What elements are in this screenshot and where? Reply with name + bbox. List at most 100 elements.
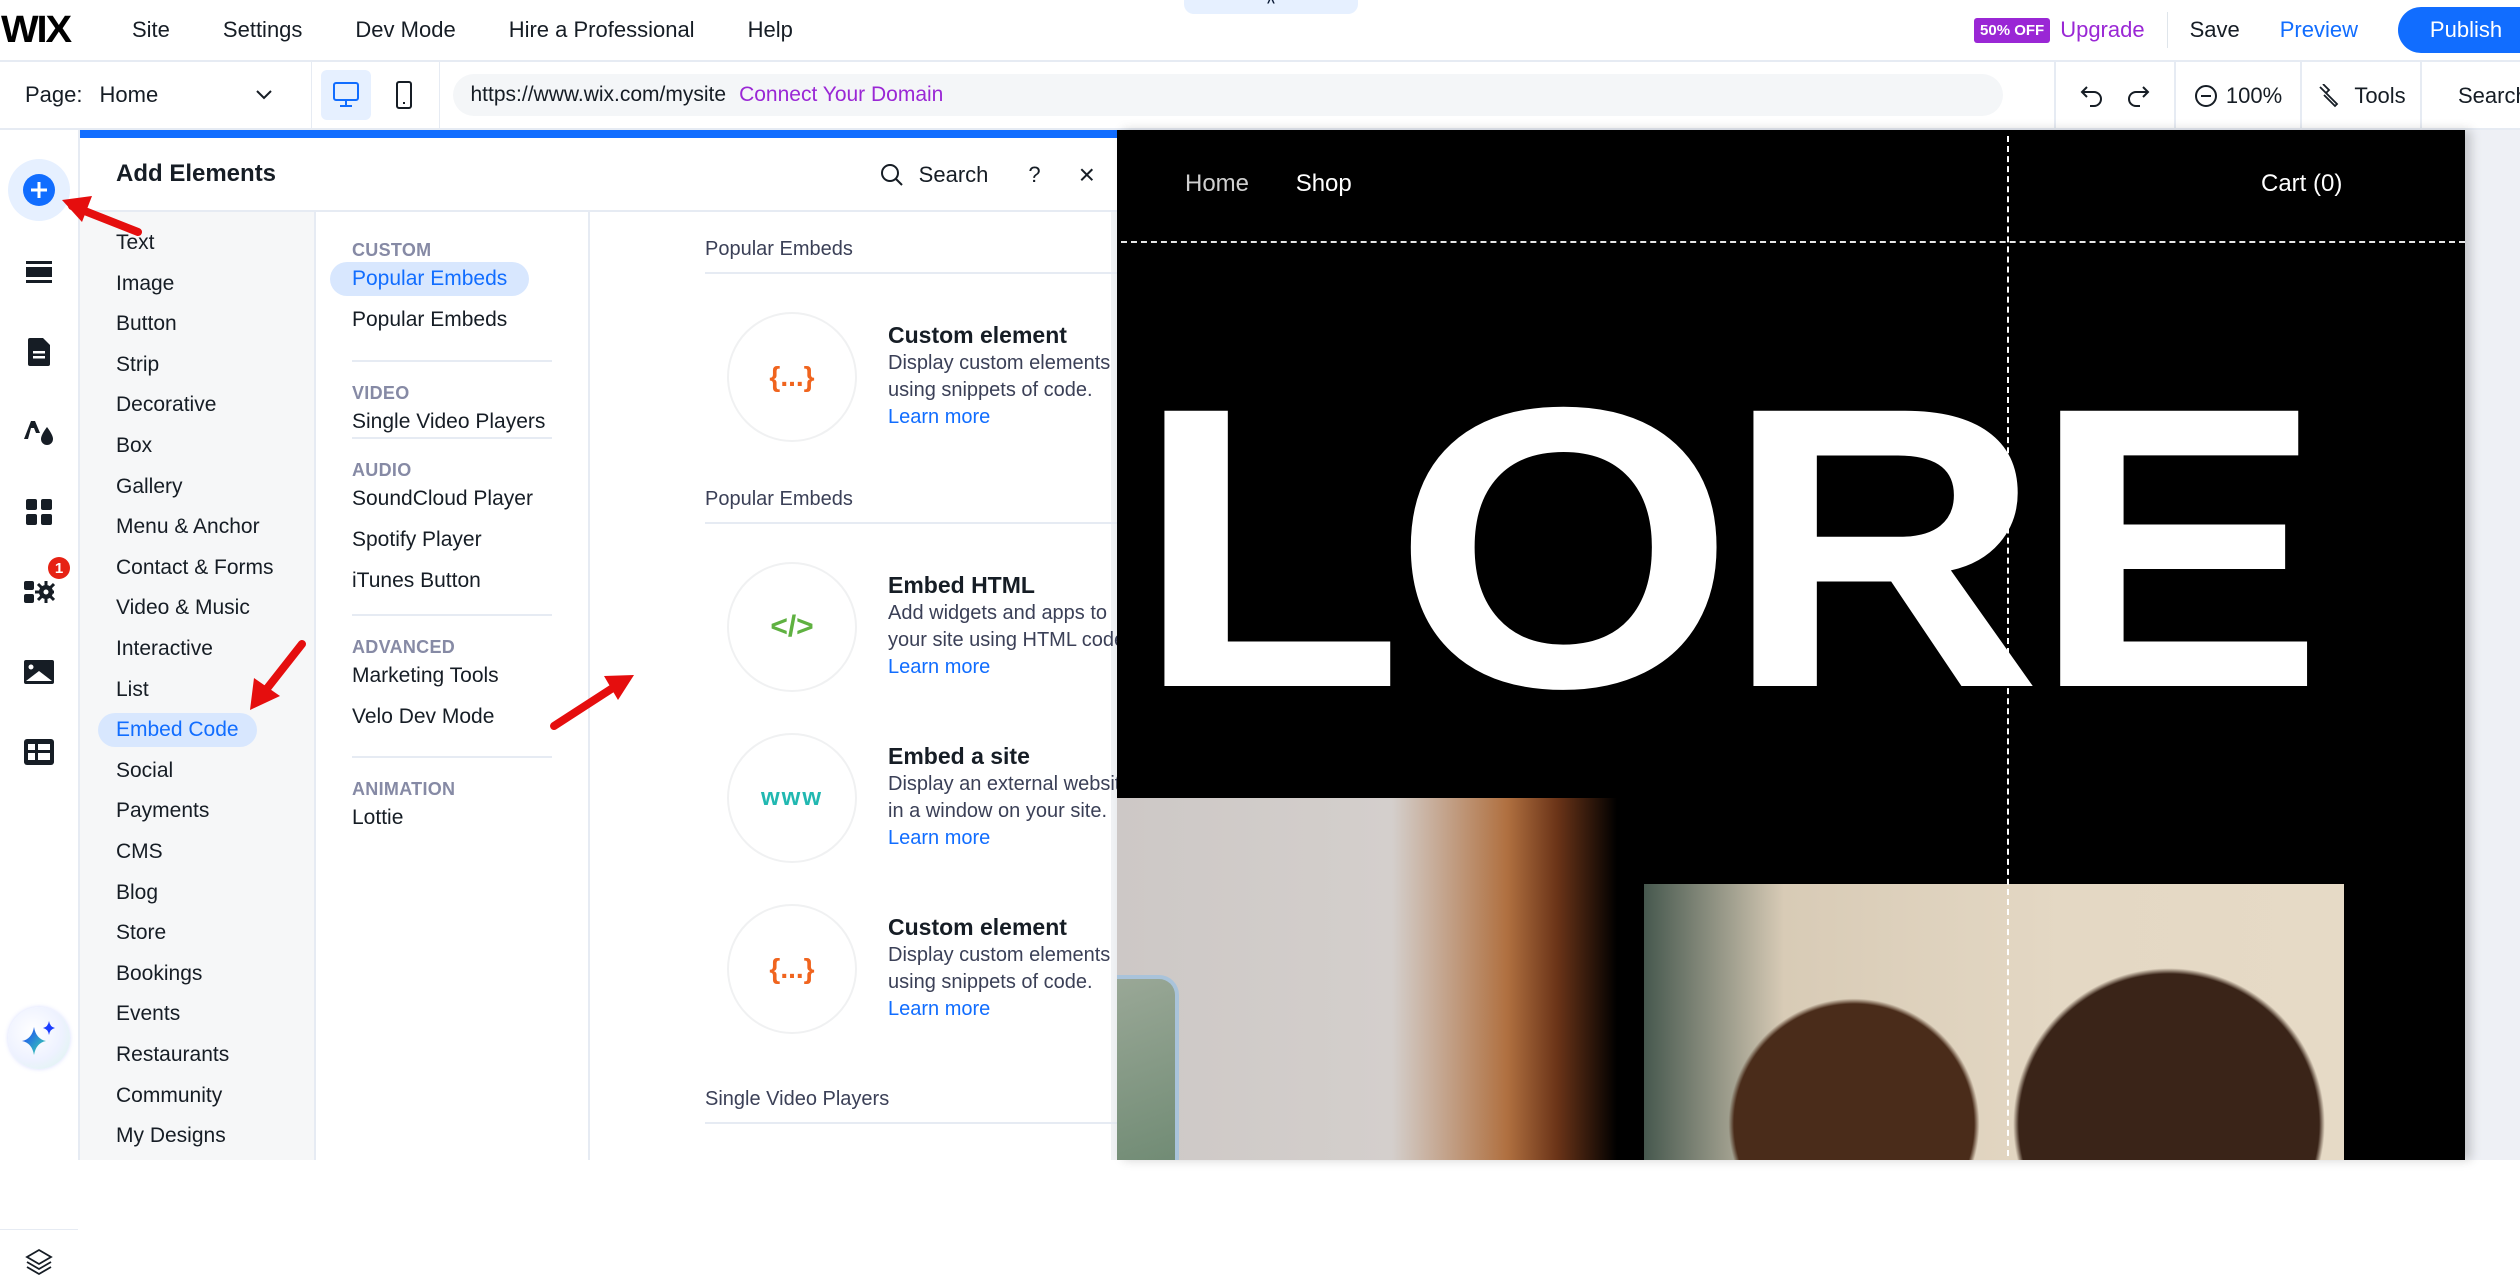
zoom-out-icon[interactable] (2194, 84, 2218, 108)
redo-icon[interactable] (2125, 83, 2151, 109)
subcategory-item-popular-embeds[interactable]: Popular Embeds (330, 262, 530, 296)
close-icon[interactable]: × (1079, 159, 1095, 191)
subcategory-item-itunes[interactable]: iTunes Button (352, 564, 481, 598)
menu-settings[interactable]: Settings (223, 17, 303, 43)
upgrade-link[interactable]: Upgrade (2060, 17, 2144, 43)
save-button[interactable]: Save (2190, 17, 2240, 43)
publish-button[interactable]: Publish (2398, 7, 2520, 53)
divider (705, 1122, 1162, 1124)
collapse-topbar-button[interactable]: ^ (1184, 0, 1358, 14)
connect-domain-link[interactable]: Connect Your Domain (739, 83, 943, 107)
page-label: Page: (25, 82, 83, 107)
panel-actions: Search ? × (879, 138, 1095, 212)
category-item-bookings[interactable]: Bookings (116, 957, 202, 991)
card-description: Add widgets and apps to your site using … (888, 600, 1138, 681)
menu-help[interactable]: Help (748, 17, 793, 43)
category-item-text[interactable]: Text (116, 226, 155, 260)
site-design-button[interactable] (0, 402, 78, 462)
search-icon[interactable] (879, 162, 905, 188)
mobile-view-button[interactable] (379, 70, 429, 120)
editor-toolbar: Page: Home https://www.wix.com/mysite Co… (0, 61, 2520, 130)
hero-image-right[interactable] (1644, 884, 2344, 1160)
hero-image-left[interactable] (1117, 798, 1617, 1160)
add-apps-button[interactable] (0, 482, 78, 542)
site-preview[interactable]: Home Shop Cart (0) LORE (1117, 130, 2465, 1160)
add-elements-button[interactable] (0, 158, 78, 222)
hero-heading[interactable]: LORE (1135, 348, 2324, 748)
subcategory-item-marketing-tools[interactable]: Marketing Tools (352, 659, 499, 693)
chevron-down-icon[interactable] (255, 85, 273, 106)
category-item-decorative[interactable]: Decorative (116, 388, 216, 422)
category-item-menu-anchor[interactable]: Menu & Anchor (116, 510, 260, 544)
mobile-icon (395, 81, 412, 109)
embed-html-thumbnail[interactable]: </> (727, 562, 857, 692)
category-item-image[interactable]: Image (116, 267, 174, 301)
zoom-control[interactable]: 100% (2174, 62, 2300, 130)
site-nav-home[interactable]: Home (1185, 170, 1249, 197)
curly-braces-icon: {...} (769, 361, 815, 392)
category-item-store[interactable]: Store (116, 916, 166, 950)
category-item-box[interactable]: Box (116, 429, 152, 463)
sections-button[interactable] (0, 242, 78, 302)
subcategory-item-soundcloud[interactable]: SoundCloud Player (352, 482, 533, 516)
menu-hire-professional[interactable]: Hire a Professional (509, 17, 695, 43)
subcategory-item-lottie[interactable]: Lottie (352, 801, 403, 835)
cms-button[interactable] (0, 722, 78, 782)
plus-circle-icon (23, 174, 55, 206)
section-title: Popular Embeds (705, 488, 853, 510)
category-item-restaurants[interactable]: Restaurants (116, 1038, 229, 1072)
category-item-my-designs[interactable]: My Designs (116, 1119, 226, 1153)
menu-dev-mode[interactable]: Dev Mode (355, 17, 455, 43)
category-item-community[interactable]: Community (116, 1079, 222, 1113)
header-guide-line (1121, 241, 2465, 243)
desktop-view-button[interactable] (320, 70, 371, 120)
site-url[interactable]: https://www.wix.com/mysite (471, 83, 727, 107)
learn-more-link[interactable]: Learn more (888, 998, 990, 1020)
learn-more-link[interactable]: Learn more (888, 406, 990, 428)
category-item-gallery[interactable]: Gallery (116, 470, 183, 504)
search-button[interactable]: Search (2420, 62, 2520, 130)
category-item-interactive[interactable]: Interactive (116, 632, 213, 666)
custom-element-thumbnail[interactable]: {...} (727, 904, 857, 1034)
custom-element-thumbnail[interactable]: {...} (727, 312, 857, 442)
media-button[interactable] (0, 642, 78, 702)
help-button[interactable]: ? (1028, 162, 1040, 188)
pages-button[interactable] (0, 322, 78, 382)
category-item-list[interactable]: List (116, 673, 149, 707)
embed-options: Popular Embeds i {...} Custom element Di… (590, 212, 1180, 1160)
subcategory-heading: VIDEO (352, 383, 410, 403)
subcategory-item-single-video-players[interactable]: Single Video Players (352, 405, 545, 439)
subcategory-item-velo-dev-mode[interactable]: Velo Dev Mode (352, 700, 494, 734)
panel-header: Add Elements Search ? × (80, 138, 1117, 212)
divider (438, 61, 440, 129)
learn-more-link[interactable]: Learn more (888, 827, 990, 849)
learn-more-link[interactable]: Learn more (888, 656, 990, 678)
site-nav-shop[interactable]: Shop (1296, 170, 1352, 197)
menu-site[interactable]: Site (132, 17, 170, 43)
category-item-strip[interactable]: Strip (116, 348, 159, 382)
preview-button[interactable]: Preview (2280, 17, 2358, 43)
tools-button[interactable]: Tools (2300, 62, 2420, 130)
category-item-events[interactable]: Events (116, 997, 180, 1031)
table-icon (24, 739, 54, 765)
subcategory-item-popular-embeds-2[interactable]: Popular Embeds (352, 303, 507, 337)
card-title: Custom element (888, 322, 1067, 348)
cart-link[interactable]: Cart (0) (2261, 170, 2342, 198)
ai-assistant-button[interactable] (0, 1006, 78, 1070)
category-item-cms[interactable]: CMS (116, 835, 163, 869)
category-item-social[interactable]: Social (116, 754, 173, 788)
embed-site-thumbnail[interactable]: www (727, 733, 857, 863)
undo-icon[interactable] (2079, 83, 2105, 109)
category-item-button[interactable]: Button (116, 307, 177, 341)
category-item-blog[interactable]: Blog (116, 876, 158, 910)
panel-search-button[interactable]: Search (919, 162, 989, 188)
category-item-payments[interactable]: Payments (116, 794, 209, 828)
theme-icon (24, 421, 53, 445)
category-item-contact-forms[interactable]: Contact & Forms (116, 551, 274, 585)
category-item-video-music[interactable]: Video & Music (116, 591, 250, 625)
subcategory-item-spotify[interactable]: Spotify Player (352, 523, 482, 557)
layers-button[interactable] (0, 1242, 78, 1282)
category-item-embed-code[interactable]: Embed Code (98, 713, 257, 748)
wix-logo[interactable]: WIX (1, 9, 127, 52)
page-selector[interactable]: Home (100, 82, 255, 108)
